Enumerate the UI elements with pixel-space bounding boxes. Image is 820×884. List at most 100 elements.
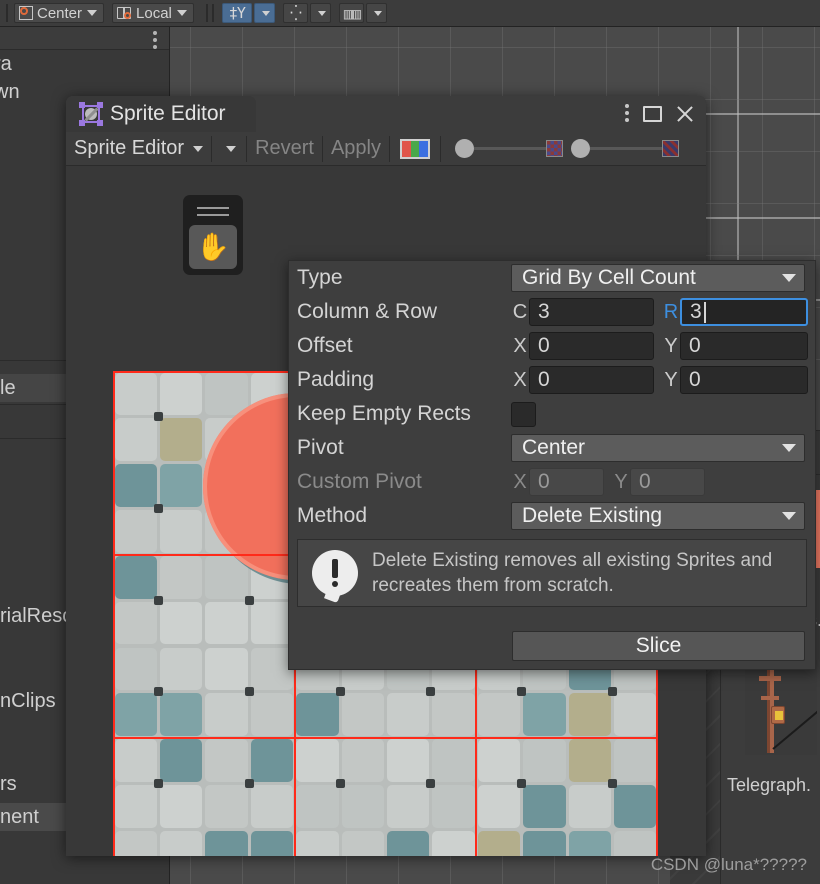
grid-snap-y-icon: ‡Y: [228, 4, 246, 22]
asset-thumbnail-telegraph[interactable]: [745, 660, 817, 755]
maximize-icon[interactable]: [643, 106, 662, 122]
pivot-mode-button[interactable]: Center: [14, 3, 105, 23]
pan-tool-button[interactable]: ✋: [189, 225, 237, 269]
zoom-slider[interactable]: [455, 139, 563, 158]
alpha-swatch-icon[interactable]: [662, 140, 679, 157]
row-value: 3: [690, 300, 702, 323]
type-value: Grid By Cell Count: [522, 266, 696, 289]
drag-handle-icon[interactable]: [197, 207, 229, 216]
alpha-slider[interactable]: [571, 139, 679, 158]
hand-pan-icon: ✋: [196, 231, 230, 262]
offset-x-input[interactable]: 0: [529, 332, 654, 360]
project-item-selected[interactable]: nent: [0, 803, 68, 831]
mode-label: Sprite Editor: [74, 137, 185, 159]
pivot-dropdown[interactable]: Center: [511, 434, 805, 462]
color-swatch-icon[interactable]: [546, 140, 563, 157]
slider-track[interactable]: [474, 147, 546, 150]
grid-visibility-dropdown[interactable]: [366, 3, 388, 23]
kebab-menu-icon[interactable]: [153, 31, 157, 52]
project-item-label: rs: [0, 773, 17, 795]
info-message-box: Delete Existing removes all existing Spr…: [297, 539, 807, 607]
sprite-editor-mode-dropdown[interactable]: Sprite Editor: [66, 136, 211, 162]
project-panel: le rialReso nClips rs nent: [0, 360, 73, 884]
rgb-channels-icon: [400, 138, 430, 159]
vertex-snap-dropdown[interactable]: [309, 3, 331, 23]
slider-track[interactable]: [590, 147, 662, 150]
row-padding: Padding X 0 Y 0: [289, 363, 815, 397]
project-item[interactable]: le: [0, 374, 68, 402]
keep-empty-rects-checkbox[interactable]: [511, 401, 536, 427]
row-column-row: Column & Row C 3 R 3: [289, 295, 815, 329]
rgb-channels-button[interactable]: [390, 138, 440, 159]
padding-y-value: 0: [689, 368, 701, 391]
close-icon[interactable]: [676, 105, 694, 123]
padding-x-input[interactable]: 0: [529, 366, 654, 394]
row-input[interactable]: 3: [680, 298, 808, 326]
vertex-snap-toggle[interactable]: ⁛: [282, 3, 308, 23]
row-axis-label: R: [663, 300, 679, 323]
project-item[interactable]: nClips: [0, 690, 56, 713]
custom-pivot-x-axis-label: X: [513, 470, 527, 493]
scene-gridline: [170, 47, 820, 48]
chevron-down-icon: [782, 274, 796, 282]
pivot-label: Pivot: [297, 436, 344, 459]
slice-button-row: Slice: [289, 631, 815, 661]
project-item[interactable]: rialReso: [0, 605, 73, 628]
type-dropdown[interactable]: Grid By Cell Count: [511, 264, 805, 292]
method-value: Delete Existing: [522, 504, 663, 527]
chevron-down-icon: [193, 145, 204, 152]
offset-y-value: 0: [689, 334, 701, 357]
row-pivot: Pivot Center: [289, 431, 815, 465]
project-item-label: rialReso: [0, 605, 74, 627]
unity-top-toolbar: Center Local ‡Y ⁛ ▥▥: [0, 0, 820, 27]
grid-visibility-toggle[interactable]: ▥▥: [338, 3, 365, 23]
row-offset: Offset X 0 Y 0: [289, 329, 815, 363]
offset-x-axis-label: X: [513, 334, 527, 357]
lamp-graphic: [771, 706, 785, 724]
custom-pivot-label: Custom Pivot: [297, 470, 422, 493]
custom-pivot-y-axis-label: Y: [614, 470, 628, 493]
project-item-label: nClips: [0, 690, 56, 712]
asset-caption: Telegraph.: [727, 775, 812, 795]
revert-button: Revert: [255, 137, 314, 159]
column-axis-label: C: [512, 300, 528, 323]
row-custom-pivot: Custom Pivot X 0 Y 0: [289, 465, 815, 499]
sprite-editor-tab-label: Sprite Editor: [110, 102, 226, 125]
sprite-editor-tab[interactable]: Sprite Editor: [66, 96, 256, 132]
hierarchy-item-label: ra: [0, 52, 12, 75]
grid-snap-toggle[interactable]: ‡Y: [221, 3, 252, 23]
slider-knob[interactable]: [571, 139, 590, 158]
tool-palette[interactable]: ✋: [183, 195, 243, 275]
handle-space-button[interactable]: Local: [112, 3, 194, 23]
slice-settings-panel: Type Grid By Cell Count Column & Row C 3…: [288, 260, 816, 670]
padding-y-axis-label: Y: [664, 368, 678, 391]
sprite-editor-icon: [79, 102, 103, 126]
chevron-down-icon: [782, 512, 796, 520]
method-dropdown[interactable]: Delete Existing: [511, 502, 805, 530]
column-input[interactable]: 3: [529, 298, 654, 326]
project-item[interactable]: rs: [0, 773, 17, 796]
offset-y-input[interactable]: 0: [680, 332, 808, 360]
secondary-dropdown[interactable]: [212, 136, 246, 162]
sprite-editor-titlebar[interactable]: Sprite Editor: [66, 96, 706, 132]
chevron-down-icon: [782, 444, 796, 452]
slider-knob[interactable]: [455, 139, 474, 158]
custom-pivot-y-value: 0: [639, 470, 651, 493]
slice-button[interactable]: Slice: [512, 631, 805, 661]
offset-x-value: 0: [538, 334, 550, 357]
grid-visibility-icon: ▥▥: [343, 3, 361, 23]
custom-pivot-x-value: 0: [538, 470, 550, 493]
chevron-down-icon: [87, 10, 98, 16]
text-cursor: [703, 301, 706, 323]
chevron-down-icon: [176, 10, 187, 16]
padding-x-axis-label: X: [513, 368, 527, 391]
kebab-menu-icon[interactable]: [625, 103, 629, 125]
info-message-text: Delete Existing removes all existing Spr…: [372, 549, 773, 596]
grid-snap-dropdown[interactable]: [253, 3, 275, 23]
row-keep-empty-rects: Keep Empty Rects: [289, 397, 815, 431]
offset-y-axis-label: Y: [664, 334, 678, 357]
padding-y-input[interactable]: 0: [680, 366, 808, 394]
window-controls: [625, 96, 694, 132]
column-value: 3: [538, 300, 550, 323]
hierarchy-item[interactable]: ra: [0, 50, 169, 78]
